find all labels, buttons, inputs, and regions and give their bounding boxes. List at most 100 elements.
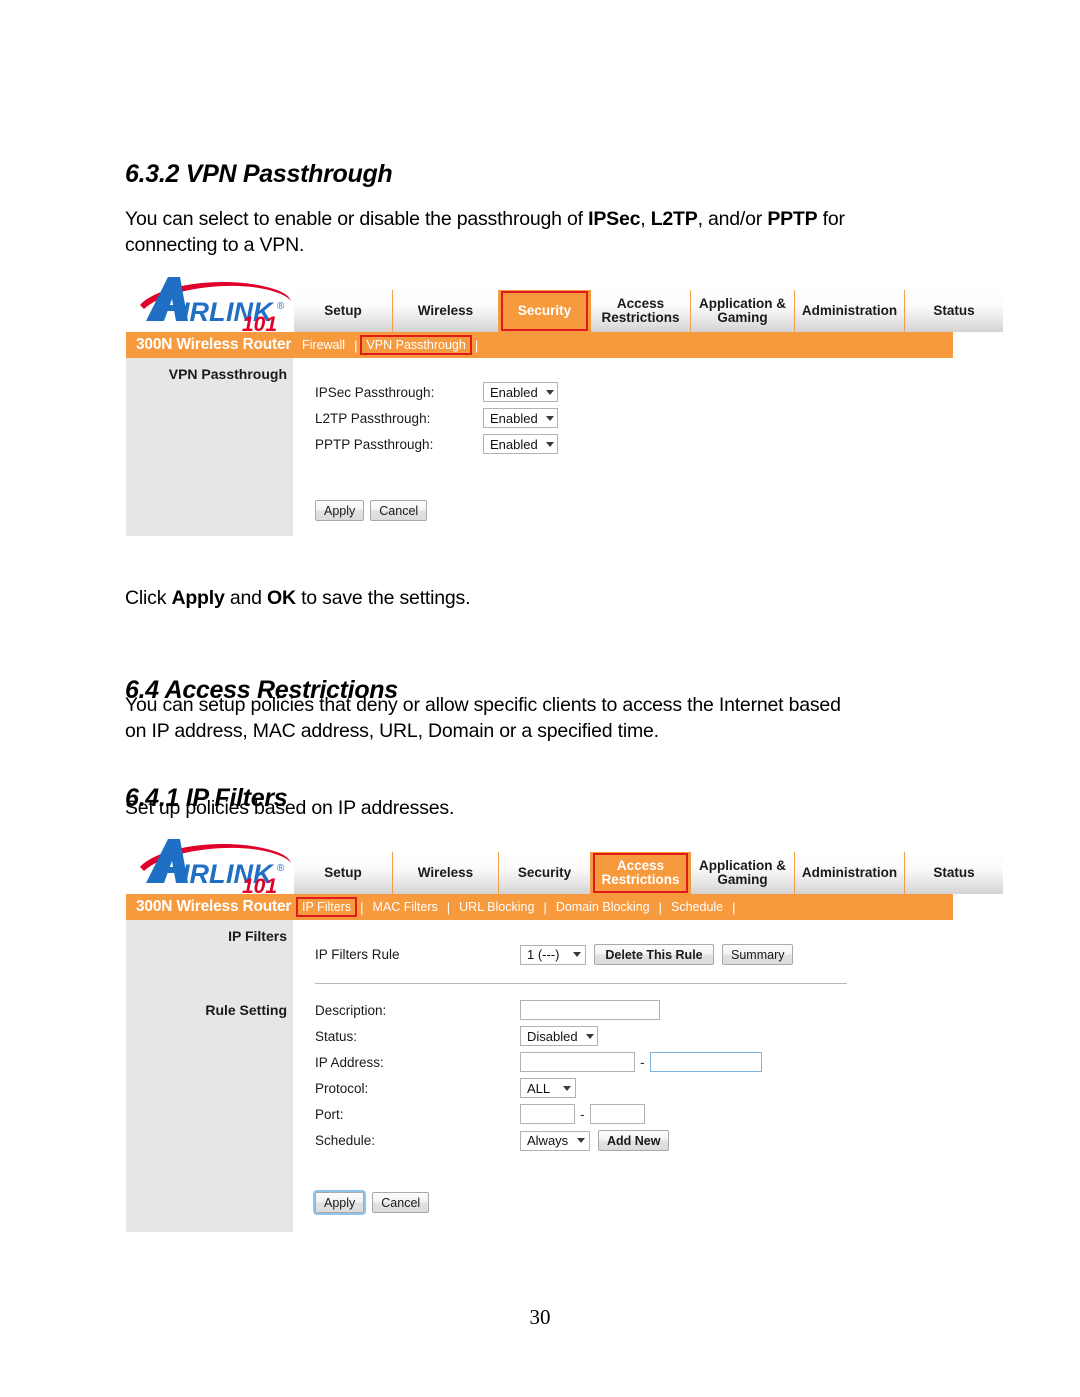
- subnav-list-ipfilters[interactable]: IP Filters | MAC Filters | URL Blocking …: [294, 897, 737, 917]
- tab-status[interactable]: Status: [905, 290, 1003, 332]
- svg-text:IRL: IRL: [182, 859, 226, 889]
- label-pptp-passthrough: PPTP Passthrough:: [315, 436, 434, 452]
- tab-security[interactable]: Security: [499, 852, 591, 894]
- tab-label: Status: [933, 865, 975, 880]
- subnav-item-url-blocking[interactable]: URL Blocking: [451, 898, 542, 916]
- subnav-separator: |: [474, 337, 479, 353]
- cancel-button[interactable]: Cancel: [370, 500, 428, 521]
- form-actions-ipfilters: Apply Cancel: [315, 1192, 430, 1213]
- text-fragment: for: [817, 208, 845, 230]
- select-ipsec-passthrough[interactable]: Enabled: [483, 382, 558, 402]
- range-dash: -: [580, 1106, 585, 1122]
- tab-application-gaming[interactable]: Application & Gaming: [691, 852, 795, 894]
- add-new-button[interactable]: Add New: [598, 1130, 670, 1151]
- form-row-ip-filters-rule: IP Filters Rule 1 (---) Delete This Rule…: [315, 944, 794, 965]
- port-to-input[interactable]: [589, 1104, 645, 1124]
- chevron-down-icon: [585, 1033, 594, 1039]
- apply-button[interactable]: Apply: [315, 500, 365, 521]
- range-dash: -: [640, 1054, 645, 1070]
- text-fragment: , and/or: [697, 208, 768, 230]
- cancel-button[interactable]: Cancel: [372, 1192, 430, 1213]
- subnav-item-firewall[interactable]: Firewall: [294, 336, 353, 354]
- text-fragment: to save the settings.: [295, 587, 471, 609]
- tab-access-restrictions[interactable]: Access Restrictions: [591, 290, 691, 332]
- subnav-list-vpn[interactable]: Firewall | VPN Passthrough |: [294, 335, 479, 355]
- sub-navigation-bar-ipfilters: 300N Wireless Router IP Filters | MAC Fi…: [126, 894, 953, 920]
- ip-address-from-input[interactable]: [520, 1052, 635, 1072]
- tab-label: Access Restrictions: [601, 859, 679, 887]
- subnav-item-schedule[interactable]: Schedule: [663, 898, 731, 916]
- tab-setup[interactable]: Setup: [294, 290, 393, 332]
- tab-administration[interactable]: Administration: [795, 852, 905, 894]
- select-pptp-passthrough[interactable]: Enabled: [483, 434, 558, 454]
- delete-this-rule-button[interactable]: Delete This Rule: [594, 944, 714, 965]
- router-body-vpn: VPN Passthrough IPSec Passthrough: Enabl…: [126, 358, 953, 536]
- text-bold-ok: OK: [267, 587, 296, 609]
- text-fragment: on IP address, MAC address, URL, Domain …: [125, 720, 659, 742]
- port-from-input[interactable]: [520, 1104, 575, 1124]
- sub-navigation-bar-vpn: 300N Wireless Router Firewall | VPN Pass…: [126, 332, 953, 358]
- summary-button[interactable]: Summary: [722, 944, 794, 965]
- form-row-port: Port: -: [315, 1104, 645, 1124]
- description-input[interactable]: [520, 1000, 660, 1020]
- select-ip-filters-rule[interactable]: 1 (---): [520, 944, 586, 965]
- label-ipsec-passthrough: IPSec Passthrough:: [315, 384, 435, 400]
- tab-label: Access Restrictions: [601, 297, 679, 325]
- form-row-status: Status: Disabled: [315, 1026, 598, 1046]
- tab-access-restrictions[interactable]: Access Restrictions: [591, 852, 691, 894]
- tab-administration[interactable]: Administration: [795, 290, 905, 332]
- tab-wireless[interactable]: Wireless: [393, 852, 499, 894]
- tab-wireless[interactable]: Wireless: [393, 290, 499, 332]
- tab-label: Administration: [801, 865, 898, 880]
- label-description: Description:: [315, 1002, 387, 1018]
- tab-security[interactable]: Security: [499, 290, 591, 332]
- svg-text:101: 101: [242, 313, 277, 331]
- select-value: ALL: [527, 1080, 551, 1096]
- ip-address-to-input[interactable]: [649, 1052, 762, 1072]
- side-label-rule-setting: Rule Setting: [205, 1002, 287, 1018]
- tab-application-gaming[interactable]: Application & Gaming: [691, 290, 795, 332]
- router-model-label: 300N Wireless Router: [136, 336, 292, 353]
- form-row-pptp: PPTP Passthrough: Enabled: [315, 434, 558, 454]
- tab-label: Wireless: [417, 303, 474, 318]
- router-model-label: 300N Wireless Router: [136, 898, 292, 915]
- subnav-item-ip-filters[interactable]: IP Filters: [294, 897, 359, 917]
- select-schedule[interactable]: Always: [520, 1130, 590, 1151]
- chevron-down-icon: [545, 389, 554, 395]
- select-status[interactable]: Disabled: [520, 1026, 598, 1046]
- text-fragment: Click: [125, 587, 172, 609]
- tab-label: Setup: [324, 303, 362, 318]
- tab-status[interactable]: Status: [905, 852, 1003, 894]
- text-bold-l2tp: L2TP: [650, 208, 698, 230]
- form-row-ip-address: IP Address: -: [315, 1052, 762, 1072]
- select-value: Always: [527, 1133, 569, 1148]
- tab-label-line1: Access: [616, 296, 665, 311]
- text-bold-pptp: PPTP: [767, 208, 818, 230]
- form-row-ipsec: IPSec Passthrough: Enabled: [315, 382, 558, 402]
- subnav-item-mac-filters[interactable]: MAC Filters: [364, 898, 445, 916]
- airlink101-logo: IRL INK ® 101: [134, 269, 302, 331]
- svg-text:IRL: IRL: [182, 297, 226, 327]
- apply-button[interactable]: Apply: [315, 1192, 365, 1213]
- label-protocol: Protocol:: [315, 1080, 369, 1096]
- select-protocol[interactable]: ALL: [520, 1078, 576, 1098]
- text-fragment: connecting to a VPN.: [125, 234, 305, 256]
- svg-text:®: ®: [277, 301, 285, 312]
- label-ip-filters-rule: IP Filters Rule: [315, 947, 400, 962]
- tab-label-line2: Gaming: [717, 872, 768, 887]
- tab-label-line1: Application &: [699, 858, 786, 873]
- section-label-panel-ipfilters: IP Filters Rule Setting: [126, 920, 293, 1232]
- form-actions-vpn: Apply Cancel: [315, 500, 428, 521]
- select-l2tp-passthrough[interactable]: Enabled: [483, 408, 558, 428]
- tab-setup[interactable]: Setup: [294, 852, 393, 894]
- tab-label-line2: Gaming: [717, 310, 768, 325]
- tab-label: Security: [517, 865, 572, 880]
- subnav-item-vpn-passthrough[interactable]: VPN Passthrough: [358, 335, 473, 355]
- main-tabs-ipfilters[interactable]: Setup Wireless Security Access Restrictio…: [294, 852, 1003, 894]
- router-body-ipfilters: IP Filters Rule Setting IP Filters Rule …: [126, 920, 953, 1232]
- tab-label-line1: Access: [616, 858, 665, 873]
- main-tabs-vpn[interactable]: Setup Wireless Security Access Restrictio…: [294, 290, 1003, 332]
- text-bold-apply: Apply: [171, 587, 225, 609]
- subnav-item-domain-blocking[interactable]: Domain Blocking: [548, 898, 658, 916]
- tab-label: Administration: [801, 303, 898, 318]
